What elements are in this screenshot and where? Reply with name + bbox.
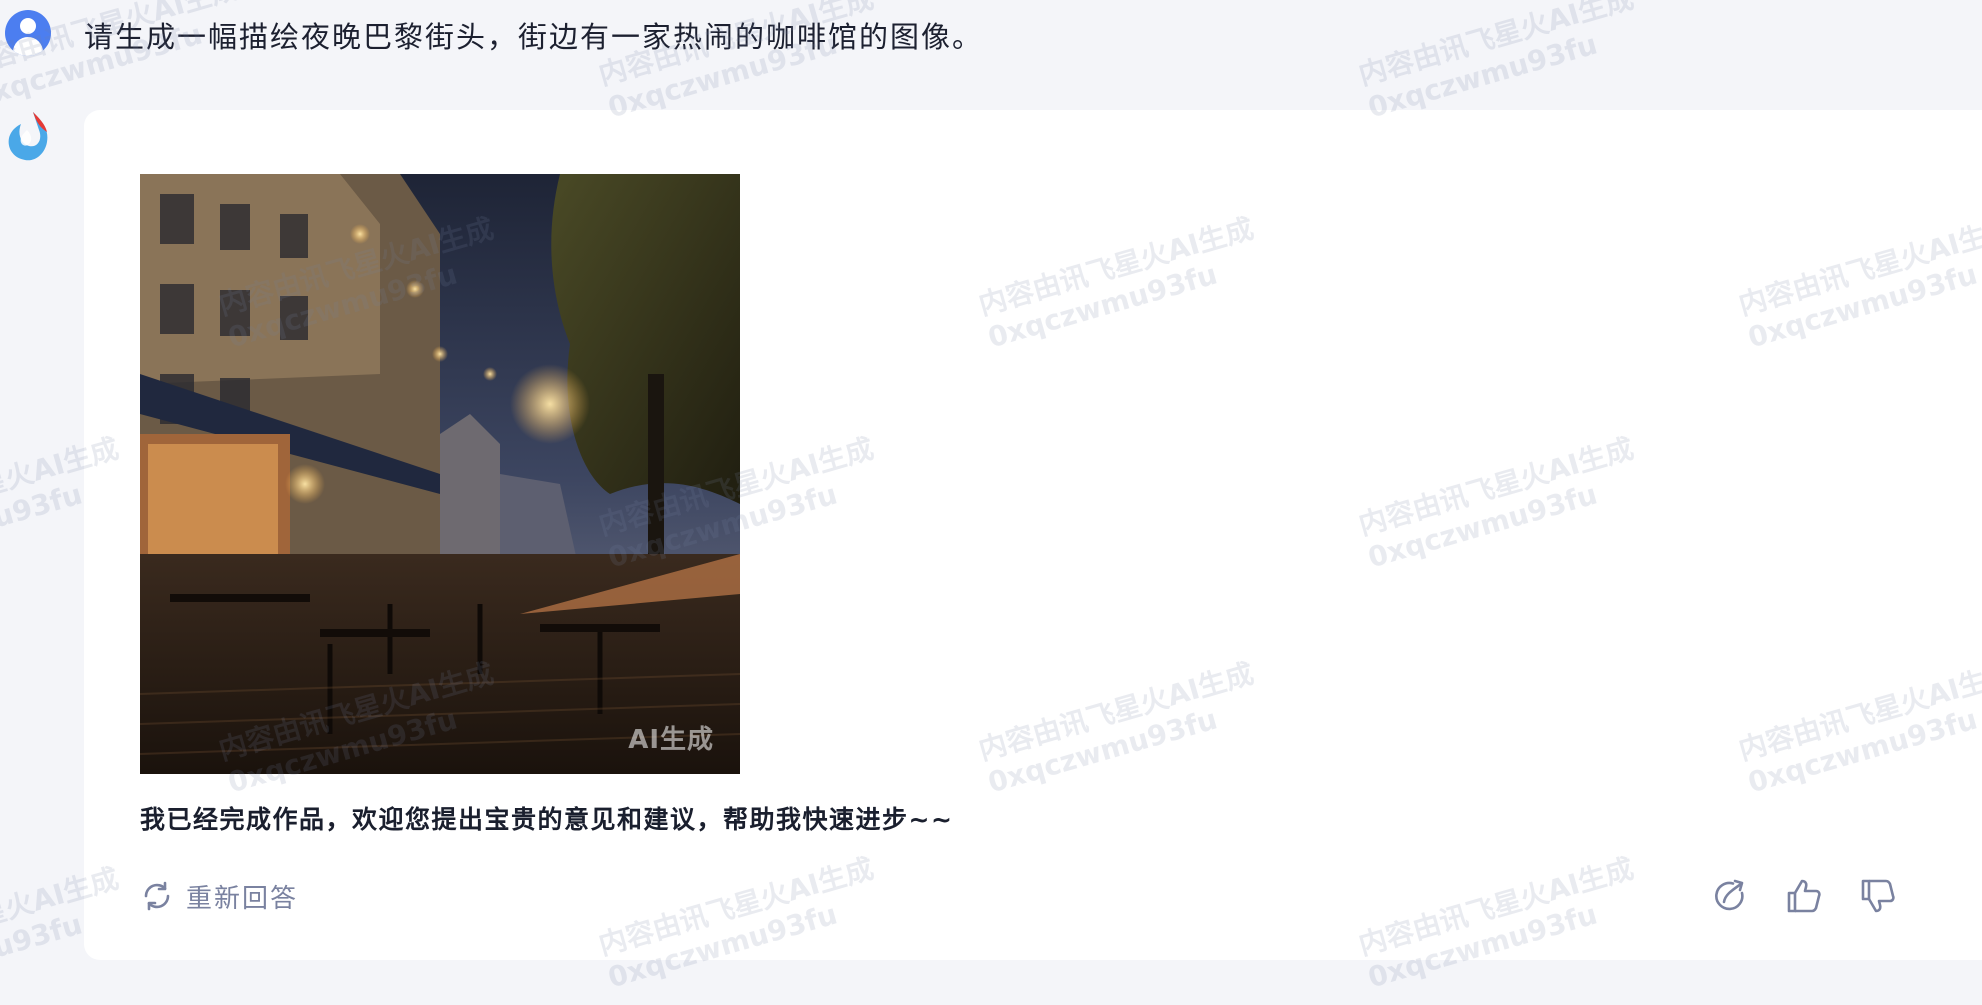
dislike-button[interactable] (1858, 876, 1898, 916)
paris-cafe-night-image (140, 174, 740, 774)
answer-card: AI生成 我已经完成作品，欢迎您提出宝贵的意见和建议，帮助我快速进步~~ 重新回… (84, 110, 1982, 960)
answer-text: 我已经完成作品，欢迎您提出宝贵的意见和建议，帮助我快速进步~~ (140, 805, 954, 834)
like-button[interactable] (1784, 876, 1824, 916)
share-button[interactable] (1710, 876, 1750, 916)
user-avatar-icon (5, 10, 51, 56)
thumbs-down-icon (1861, 879, 1895, 913)
answer-actions (1710, 876, 1898, 916)
regenerate-button[interactable]: 重新回答 (140, 876, 298, 916)
generated-image[interactable]: AI生成 (140, 174, 740, 774)
share-icon (1715, 879, 1744, 911)
spark-logo-icon (8, 112, 48, 161)
regenerate-label: 重新回答 (186, 883, 299, 914)
user-message-text: 请生成一幅描绘夜晚巴黎街头，街边有一家热闹的咖啡馆的图像。 (84, 20, 984, 54)
ai-generated-badge: AI生成 (628, 725, 714, 755)
thumbs-up-icon (1787, 879, 1821, 913)
user-message-row: 请生成一幅描绘夜晚巴黎街头，街边有一家热闹的咖啡馆的图像。 (0, 0, 1982, 70)
refresh-icon (144, 881, 170, 911)
